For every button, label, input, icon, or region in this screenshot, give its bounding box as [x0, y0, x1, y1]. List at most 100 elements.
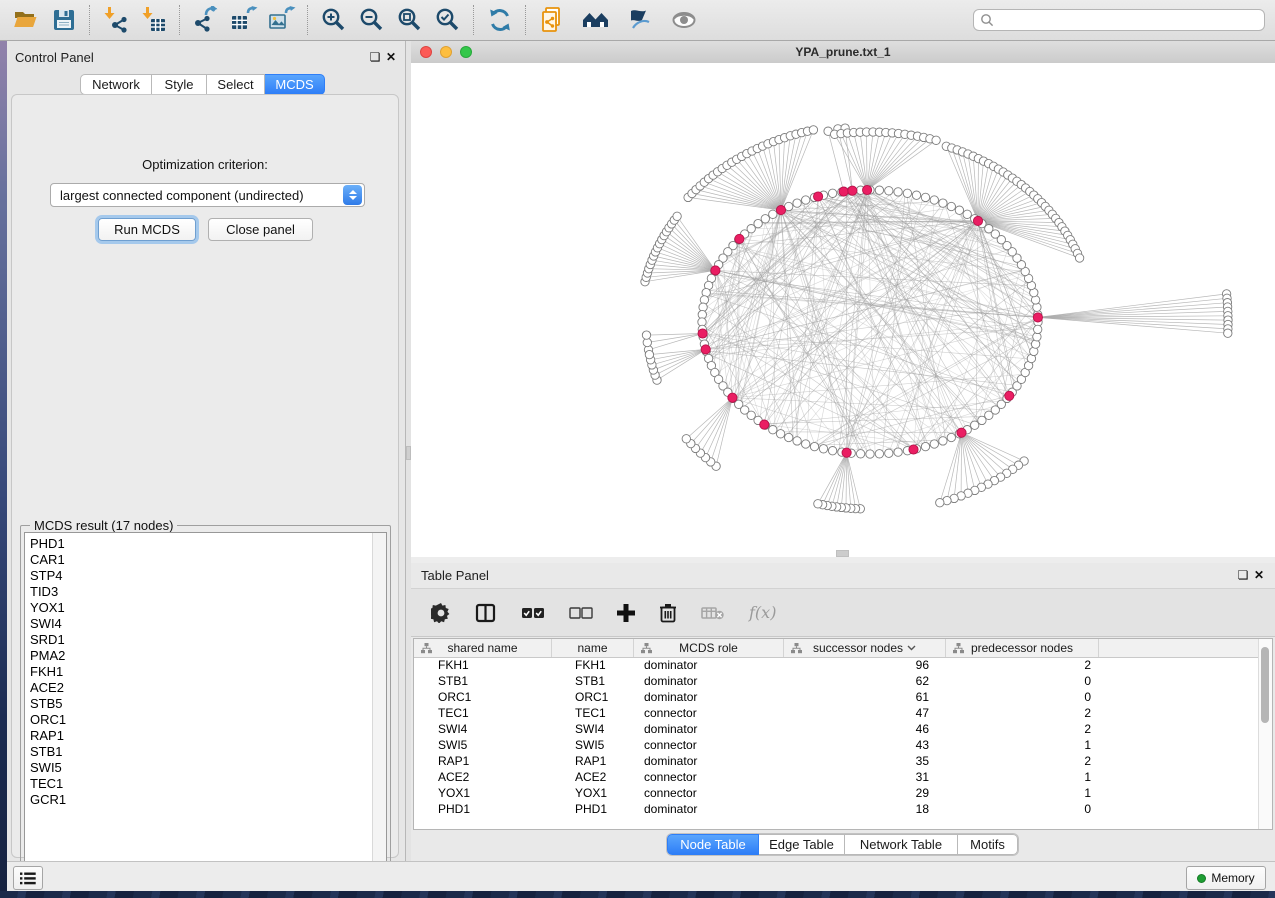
- mcds-result-item[interactable]: STB1: [30, 744, 370, 760]
- network-node[interactable]: [828, 447, 836, 455]
- table-cell-predecessor_nodes[interactable]: 1: [946, 786, 1099, 800]
- table-row[interactable]: PHD1PHD1dominator180: [414, 801, 1259, 817]
- table-cell-successor_nodes[interactable]: 31: [784, 770, 946, 784]
- close-panel-icon[interactable]: ✕: [383, 49, 399, 65]
- settings-gear-icon[interactable]: [431, 600, 451, 626]
- mcds-result-item[interactable]: SWI4: [30, 616, 370, 632]
- network-node[interactable]: [793, 437, 801, 445]
- table-cell-predecessor_nodes[interactable]: 1: [946, 738, 1099, 752]
- table-scrollbar-thumb[interactable]: [1261, 647, 1269, 723]
- mcds-result-item[interactable]: SRD1: [30, 632, 370, 648]
- network-leaf-node[interactable]: [645, 350, 653, 358]
- table-cell-name[interactable]: SWI5: [552, 738, 634, 752]
- mcds-result-item[interactable]: GCR1: [30, 792, 370, 808]
- table-cell-shared_name[interactable]: ORC1: [414, 690, 552, 704]
- mcds-result-item[interactable]: CAR1: [30, 552, 370, 568]
- table-cell-successor_nodes[interactable]: 96: [784, 658, 946, 672]
- mcds-node[interactable]: [776, 206, 785, 215]
- mcds-result-item[interactable]: YOX1: [30, 600, 370, 616]
- mcds-list-scrollbar[interactable]: [372, 533, 386, 885]
- tab-mcds[interactable]: MCDS: [265, 74, 325, 95]
- mcds-node[interactable]: [1033, 313, 1042, 322]
- network-node[interactable]: [793, 199, 801, 207]
- mcds-node[interactable]: [728, 393, 737, 402]
- network-node[interactable]: [1034, 325, 1042, 333]
- mcds-node[interactable]: [1005, 391, 1014, 400]
- mcds-node[interactable]: [842, 448, 851, 457]
- tab-motifs[interactable]: Motifs: [958, 834, 1018, 855]
- mcds-result-item[interactable]: TID3: [30, 584, 370, 600]
- mcds-node[interactable]: [698, 329, 707, 338]
- network-node[interactable]: [903, 189, 911, 197]
- mcds-node[interactable]: [701, 345, 710, 354]
- table-row[interactable]: RAP1RAP1dominator352: [414, 753, 1259, 769]
- deselect-all-icon[interactable]: [569, 600, 593, 626]
- network-canvas[interactable]: [411, 63, 1275, 551]
- table-cell-successor_nodes[interactable]: 46: [784, 722, 946, 736]
- table-cell-successor_nodes[interactable]: 43: [784, 738, 946, 752]
- tab-style[interactable]: Style: [152, 74, 207, 95]
- network-leaf-node[interactable]: [932, 136, 940, 144]
- table-cell-mcds_role[interactable]: connector: [634, 706, 784, 720]
- network-node[interactable]: [828, 189, 836, 197]
- table-cell-predecessor_nodes[interactable]: 0: [946, 674, 1099, 688]
- new-network-from-selection-icon[interactable]: [536, 4, 568, 36]
- export-table-icon[interactable]: [228, 4, 260, 36]
- table-cell-successor_nodes[interactable]: 35: [784, 754, 946, 768]
- tab-network-table[interactable]: Network Table: [845, 834, 958, 855]
- network-leaf-node[interactable]: [814, 500, 822, 508]
- table-cell-predecessor_nodes[interactable]: 0: [946, 690, 1099, 704]
- export-image-icon[interactable]: [266, 4, 298, 36]
- tab-select[interactable]: Select: [207, 74, 265, 95]
- table-cell-successor_nodes[interactable]: 18: [784, 802, 946, 816]
- network-node[interactable]: [894, 448, 902, 456]
- search-box[interactable]: [973, 9, 1265, 31]
- table-cell-mcds_role[interactable]: dominator: [634, 754, 784, 768]
- save-icon[interactable]: [48, 4, 80, 36]
- column-header-successor-nodes[interactable]: successor nodes: [784, 639, 946, 657]
- table-cell-predecessor_nodes[interactable]: 1: [946, 770, 1099, 784]
- network-node[interactable]: [930, 196, 938, 204]
- mcds-node[interactable]: [848, 186, 857, 195]
- column-header-shared-name[interactable]: shared name: [414, 639, 552, 657]
- tab-edge-table[interactable]: Edge Table: [759, 834, 845, 855]
- table-cell-predecessor_nodes[interactable]: 2: [946, 722, 1099, 736]
- table-cell-name[interactable]: ACE2: [552, 770, 634, 784]
- network-node[interactable]: [802, 440, 810, 448]
- eye-icon[interactable]: [668, 4, 700, 36]
- import-network-icon[interactable]: [100, 4, 132, 36]
- table-cell-mcds_role[interactable]: connector: [634, 738, 784, 752]
- network-node[interactable]: [769, 426, 777, 434]
- network-node[interactable]: [939, 199, 947, 207]
- table-cell-name[interactable]: YOX1: [552, 786, 634, 800]
- network-node[interactable]: [802, 196, 810, 204]
- import-table-icon[interactable]: [138, 4, 170, 36]
- network-node[interactable]: [785, 433, 793, 441]
- table-cell-shared_name[interactable]: TEC1: [414, 706, 552, 720]
- table-cell-shared_name[interactable]: ACE2: [414, 770, 552, 784]
- network-node[interactable]: [963, 210, 971, 218]
- table-cell-shared_name[interactable]: RAP1: [414, 754, 552, 768]
- table-cell-predecessor_nodes[interactable]: 0: [946, 802, 1099, 816]
- table-cell-shared_name[interactable]: PHD1: [414, 802, 552, 816]
- table-cell-shared_name[interactable]: SWI4: [414, 722, 552, 736]
- close-panel-button[interactable]: Close panel: [208, 218, 313, 241]
- network-node[interactable]: [939, 437, 947, 445]
- table-cell-name[interactable]: PHD1: [552, 802, 634, 816]
- table-cell-successor_nodes[interactable]: 62: [784, 674, 946, 688]
- table-cell-name[interactable]: FKH1: [552, 658, 634, 672]
- table-cell-predecessor_nodes[interactable]: 2: [946, 706, 1099, 720]
- table-cell-name[interactable]: ORC1: [552, 690, 634, 704]
- hide-columns-icon[interactable]: [701, 600, 725, 626]
- function-builder-icon[interactable]: f(x): [749, 600, 776, 626]
- mcds-node[interactable]: [711, 266, 720, 275]
- table-cell-mcds_role[interactable]: connector: [634, 770, 784, 784]
- select-all-icon[interactable]: [521, 600, 545, 626]
- table-cell-name[interactable]: STB1: [552, 674, 634, 688]
- mcds-node[interactable]: [863, 185, 872, 194]
- float-panel-icon[interactable]: ❏: [367, 49, 383, 65]
- network-node[interactable]: [885, 449, 893, 457]
- sort-chevron-icon[interactable]: [907, 645, 916, 651]
- mcds-result-item[interactable]: SWI5: [30, 760, 370, 776]
- float-table-panel-icon[interactable]: ❏: [1235, 567, 1251, 583]
